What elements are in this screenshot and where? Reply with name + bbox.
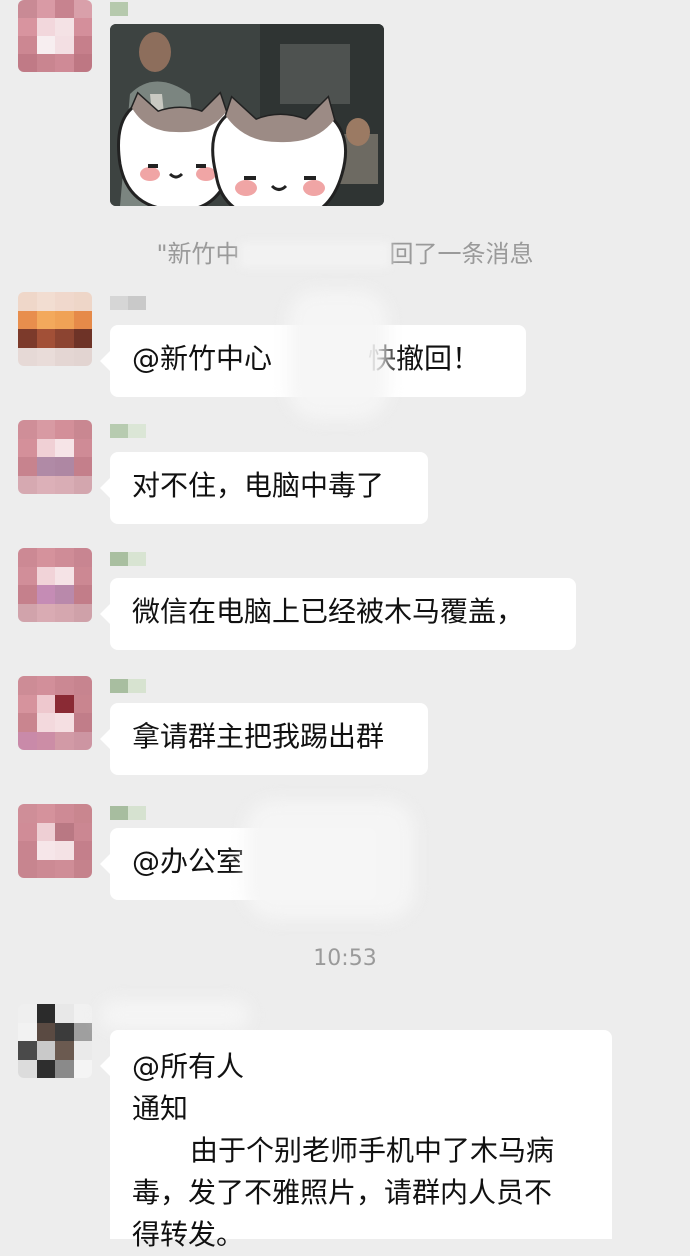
announcement-body-line-2: 毒，发了不雅照片，请群内人员不: [132, 1176, 553, 1209]
avatar[interactable]: [18, 420, 92, 494]
sender-name: [110, 679, 146, 693]
sender-name: [110, 806, 146, 820]
timestamp: 10:53: [313, 946, 377, 971]
avatar[interactable]: [18, 548, 92, 622]
message-text: 拿请群主把我踢出群: [132, 720, 385, 753]
avatar[interactable]: [18, 292, 92, 366]
message-bubble[interactable]: 对不住，电脑中毒了: [100, 452, 428, 524]
recall-notice: "新竹中 回了一条消息: [0, 234, 690, 269]
redaction-blur: [100, 1000, 250, 1030]
redaction-blur: [245, 800, 415, 920]
announcement-body-line-1: 由于个别老师手机中了木马病: [190, 1134, 555, 1167]
avatar[interactable]: [18, 1004, 92, 1078]
sender-name: [110, 2, 128, 16]
announcement-body-line-3: 得转发。: [132, 1218, 245, 1251]
recall-notice-suffix: 回了一条消息: [389, 240, 534, 268]
message-bubble[interactable]: 拿请群主把我踢出群: [100, 703, 428, 775]
avatar[interactable]: [18, 804, 92, 878]
recall-notice-prefix: "新竹中: [156, 240, 240, 268]
message-text: @新竹中心: [132, 342, 273, 375]
image-message[interactable]: [110, 24, 384, 206]
message-text: 对不住，电脑中毒了: [132, 469, 385, 502]
redaction-blur: [239, 242, 390, 268]
redaction-blur: [288, 290, 388, 420]
announcement-mention: @所有人: [132, 1050, 245, 1083]
cat-sticker-icon: [117, 91, 348, 206]
avatar[interactable]: [18, 676, 92, 750]
announcement-bubble[interactable]: @所有人 通知 由于个别老师手机中了木马病 毒，发了不雅照片，请群内人员不 得转…: [100, 1030, 612, 1251]
sender-name: [110, 296, 146, 310]
message-bubble[interactable]: 微信在电脑上已经被木马覆盖，: [100, 578, 576, 650]
announcement-heading: 通知: [132, 1092, 189, 1125]
avatar[interactable]: [18, 0, 92, 72]
sender-name: [110, 552, 146, 566]
message-text: @办公室: [132, 845, 245, 878]
message-text: 微信在电脑上已经被木马覆盖，: [132, 595, 525, 628]
sender-name: [110, 424, 146, 438]
